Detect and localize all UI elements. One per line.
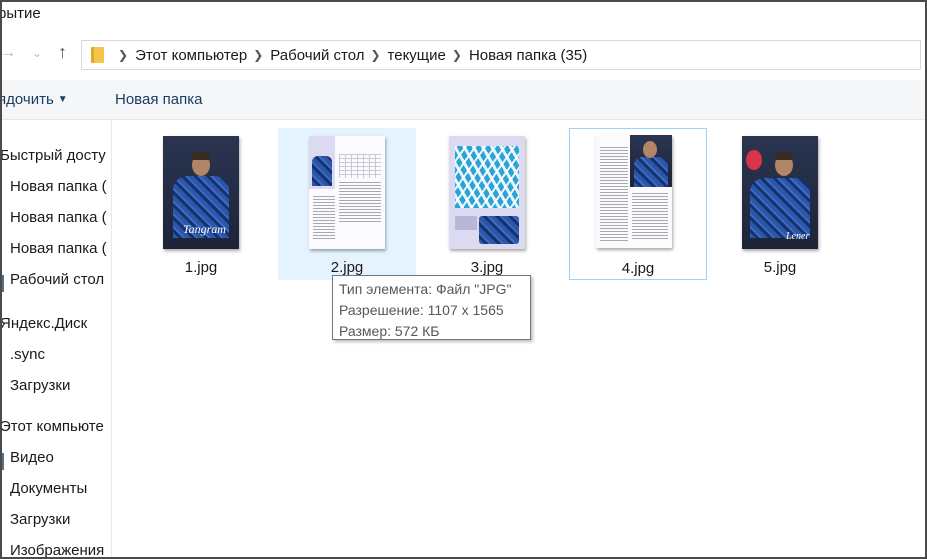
sidebar-item-documents[interactable]: Документы (10, 480, 87, 497)
image-thumbnail (309, 136, 385, 249)
sidebar-item-quick-access[interactable]: Быстрый досту (2, 147, 106, 164)
file-name: 2.jpg (330, 259, 364, 276)
caption-block (455, 216, 477, 230)
hair-shape (192, 152, 210, 160)
file-tooltip: Тип элемента: Файл "JPG" Разрешение: 110… (332, 275, 531, 340)
cover-title: Tangram (183, 222, 226, 236)
sidebar-item-sync[interactable]: .sync (10, 346, 45, 363)
sweater-shape (634, 157, 668, 187)
chevron-down-icon[interactable]: ⌄ (32, 46, 42, 60)
text-column (632, 193, 668, 241)
file-item-3[interactable]: 3.jpg (418, 128, 556, 280)
window-title: рытие (0, 5, 41, 22)
sort-label: ядочить (0, 91, 54, 108)
breadcrumb-desktop[interactable]: Рабочий стол (270, 47, 364, 64)
sidebar-item-video[interactable]: Видео (10, 449, 54, 466)
badge-shape (746, 150, 762, 170)
file-name: 5.jpg (763, 259, 797, 276)
tooltip-type: Тип элемента: Файл "JPG" (339, 281, 512, 297)
sweater-shape (312, 156, 332, 186)
pin-marker (2, 275, 4, 292)
sidebar-item-new-folder-1[interactable]: Новая папка ( (10, 178, 107, 195)
tooltip-size: Размер: 572 КБ (339, 323, 440, 339)
cover-title: Lener (786, 231, 810, 242)
chevron-right-icon[interactable]: ❯ (370, 48, 380, 62)
caret-down-icon: ▼ (57, 94, 68, 105)
chevron-right-icon[interactable]: ❯ (452, 48, 462, 62)
arrow-up-icon[interactable]: ↑ (58, 42, 67, 63)
image-thumbnail: Tangram (163, 136, 239, 249)
pattern-overlay (455, 146, 519, 208)
file-item-1[interactable]: Tangram 1.jpg (132, 128, 270, 280)
new-folder-button[interactable]: Новая папка (115, 91, 202, 108)
image-thumbnail: Lener (742, 136, 818, 249)
size-table (339, 154, 381, 178)
sidebar-item-desktop[interactable]: Рабочий стол (10, 271, 104, 288)
sort-button[interactable]: ядочить ▼ (0, 91, 68, 108)
text-column (339, 182, 381, 222)
navigation-pane: Быстрый досту Новая папка ( Новая папка … (2, 120, 112, 557)
address-bar[interactable]: ❯ Этот компьютер ❯ Рабочий стол ❯ текущи… (81, 40, 921, 70)
chevron-right-icon[interactable]: ❯ (118, 48, 128, 62)
sidebar-item-this-pc[interactable]: Этот компьюте (2, 418, 104, 435)
file-item-4[interactable]: 4.jpg (569, 128, 707, 280)
sweater-shape (750, 178, 810, 238)
file-item-5[interactable]: Lener 5.jpg (711, 128, 849, 280)
tooltip-resolution: Разрешение: 1107 x 1565 (339, 302, 504, 318)
command-bar: ядочить ▼ Новая папка (2, 80, 925, 120)
folder-icon (91, 47, 104, 63)
address-row: → ⌄ ↑ ❯ Этот компьютер ❯ Рабочий стол ❯ … (2, 36, 925, 74)
pin-marker (2, 453, 4, 470)
text-column (313, 196, 335, 241)
file-name: 4.jpg (621, 260, 655, 277)
face-shape (643, 141, 657, 158)
text-column (600, 147, 628, 242)
breadcrumb-current[interactable]: текущие (388, 47, 446, 64)
file-name: 1.jpg (184, 259, 218, 276)
sidebar-item-downloads[interactable]: Загрузки (10, 511, 70, 528)
sidebar-item-yandex-disk[interactable]: Яндекс.Диск (2, 315, 87, 332)
detail-photo (479, 216, 519, 244)
image-thumbnail (596, 135, 672, 248)
image-thumbnail (449, 136, 525, 249)
sidebar-item-pictures[interactable]: Изображения (10, 542, 104, 557)
sidebar-item-new-folder-3[interactable]: Новая папка ( (10, 240, 107, 257)
breadcrumb-this-pc[interactable]: Этот компьютер (135, 47, 247, 64)
title-bar: рытие (2, 2, 925, 32)
sidebar-item-downloads-yandex[interactable]: Загрузки (10, 377, 70, 394)
hair-shape (775, 152, 793, 160)
forward-icon[interactable]: → (2, 44, 16, 62)
file-name: 3.jpg (470, 259, 504, 276)
file-item-2[interactable]: 2.jpg (278, 128, 416, 280)
chevron-right-icon[interactable]: ❯ (253, 48, 263, 62)
sidebar-item-new-folder-2[interactable]: Новая папка ( (10, 209, 107, 226)
breadcrumb-new-folder-35[interactable]: Новая папка (35) (469, 47, 587, 64)
explorer-window: рытие → ⌄ ↑ ❯ Этот компьютер ❯ Рабочий с… (0, 0, 927, 559)
